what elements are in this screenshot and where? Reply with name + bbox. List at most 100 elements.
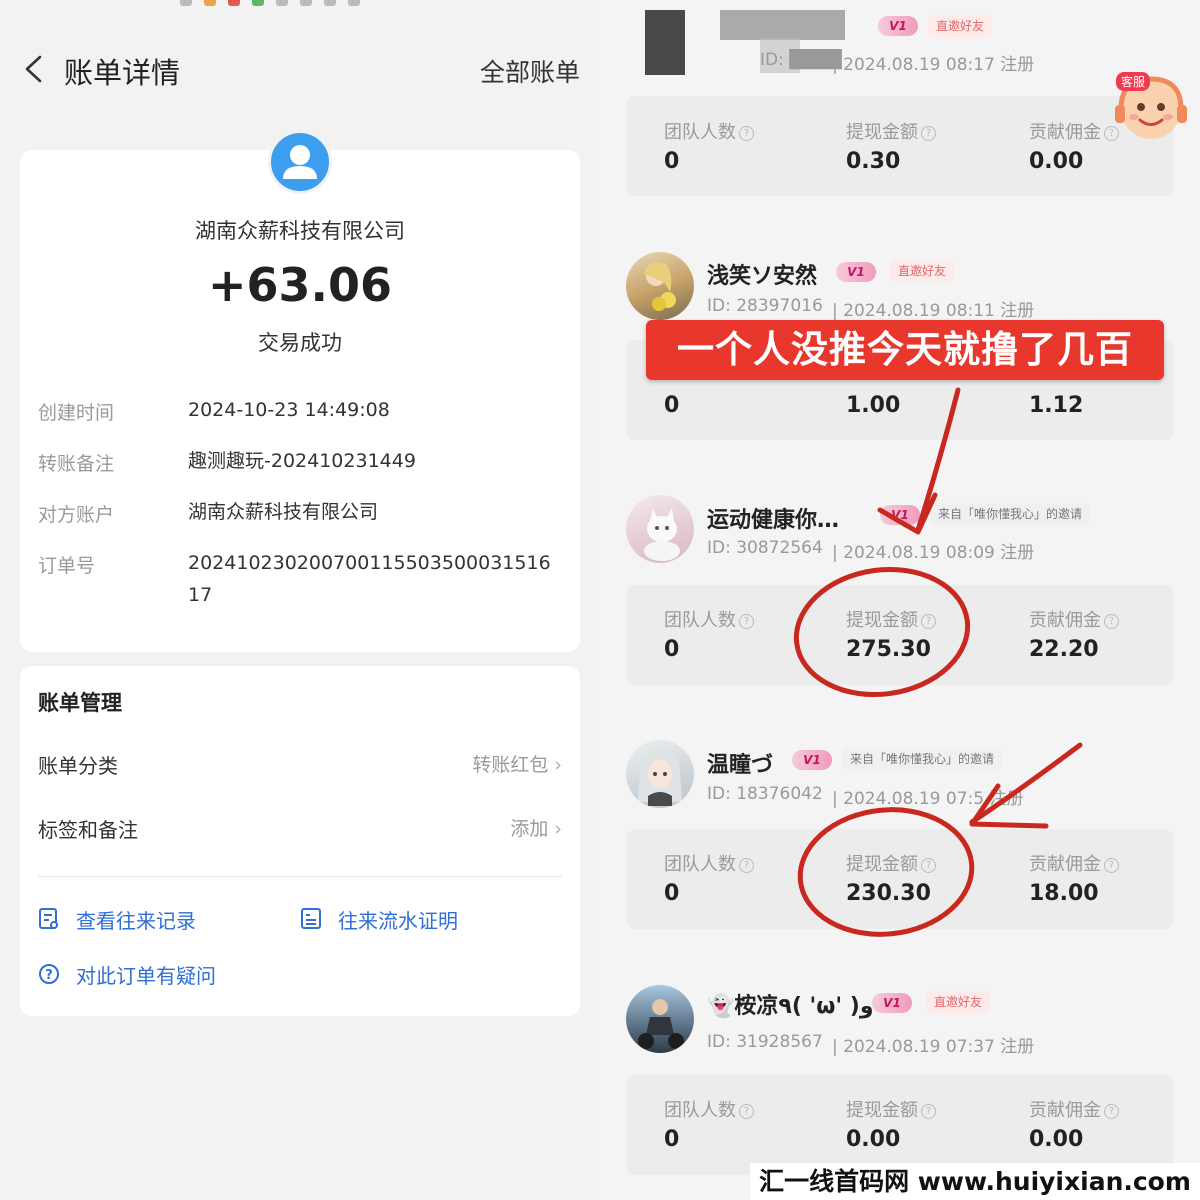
username: 👻桉凉٩( 'ω' )و bbox=[707, 994, 874, 1019]
category-value[interactable]: 转账红包 › bbox=[472, 750, 562, 777]
help-icon[interactable]: ? bbox=[921, 858, 936, 873]
username: 运动健康你… bbox=[707, 508, 840, 533]
stat-withdraw-header: 提现金额? bbox=[846, 1096, 936, 1122]
avatar[interactable] bbox=[626, 740, 694, 808]
source-tag: 来自「唯你懂我心」的邀请 bbox=[842, 748, 1003, 770]
register-date: 2024.08.19 07:37 bbox=[843, 1037, 995, 1057]
source-tag: 直邀好友 bbox=[928, 15, 993, 37]
stat-team-value: 0 bbox=[664, 881, 680, 906]
tags-value-text: 添加 bbox=[510, 818, 549, 840]
help-icon[interactable]: ? bbox=[1104, 858, 1119, 873]
help-icon[interactable]: ? bbox=[739, 126, 754, 141]
user-icon bbox=[268, 130, 332, 194]
detail-label-memo: 转账备注 bbox=[38, 453, 115, 475]
page-title: 账单详情 bbox=[64, 56, 181, 90]
stat-header-text: 团队人数 bbox=[664, 854, 736, 875]
stat-withdraw-header: 提现金额? bbox=[846, 606, 936, 632]
help-icon[interactable]: ? bbox=[1104, 614, 1119, 629]
stat-withdraw-header: 提现金额? bbox=[846, 118, 936, 144]
user-id: ID: 28397016 bbox=[707, 296, 823, 316]
stat-commission-value: 18.00 bbox=[1029, 881, 1099, 906]
view-history-link[interactable]: 查看往来记录 bbox=[76, 905, 196, 934]
stat-withdraw-value: 230.30 bbox=[846, 881, 931, 906]
chevron-right-icon: › bbox=[554, 754, 562, 776]
stat-team-value: 0 bbox=[664, 1127, 680, 1152]
register-date: 2024.08.19 07:5 bbox=[843, 789, 985, 809]
nav-bar: 账单详情 全部账单 bbox=[0, 40, 600, 96]
level-badge: V1 bbox=[836, 262, 876, 282]
stat-header-text: 提现金额 bbox=[846, 854, 918, 875]
help-icon[interactable]: ? bbox=[921, 1104, 936, 1119]
help-icon[interactable]: ? bbox=[739, 614, 754, 629]
help-icon[interactable]: ? bbox=[921, 126, 936, 141]
user-id: ID: ████ bbox=[760, 50, 842, 70]
avatar[interactable] bbox=[626, 252, 694, 320]
register-time: | 2024.08.19 08:17 注册 bbox=[832, 55, 1035, 75]
avatar[interactable] bbox=[626, 495, 694, 563]
register-time: | 2024.08.19 07:37 注册 bbox=[832, 1037, 1035, 1057]
chevron-left-icon[interactable] bbox=[22, 54, 46, 84]
blurred-avatar bbox=[645, 10, 685, 75]
stat-header-text: 贡献佣金 bbox=[1029, 122, 1101, 143]
category-label: 账单分类 bbox=[38, 754, 118, 778]
help-icon[interactable]: ? bbox=[1104, 1104, 1119, 1119]
detail-value-order: 20241023020070011550350003151617 bbox=[188, 552, 551, 606]
record-list-icon bbox=[39, 908, 58, 929]
register-label: 注册 bbox=[1000, 55, 1035, 75]
stat-header-text: 团队人数 bbox=[664, 1100, 736, 1121]
detail-label-counterparty: 对方账户 bbox=[38, 504, 115, 526]
stat-withdraw-value: 0.30 bbox=[846, 149, 901, 174]
avatar[interactable] bbox=[626, 985, 694, 1053]
username: 浅笑ソ安然 bbox=[707, 264, 818, 289]
register-date: 2024.08.19 08:11 bbox=[843, 301, 995, 321]
detail-value-memo: 趣测趣玩-202410231449 bbox=[188, 450, 416, 472]
stat-withdraw-header: 提现金额? bbox=[846, 850, 936, 876]
status-bar bbox=[160, 0, 600, 10]
tags-label: 标签和备注 bbox=[38, 818, 138, 842]
stat-commission-value: 0.00 bbox=[1029, 1127, 1084, 1152]
statement-proof-link[interactable]: 往来流水证明 bbox=[338, 905, 458, 934]
level-badge: V1 bbox=[872, 993, 912, 1013]
level-badge: V1 bbox=[792, 750, 832, 770]
stat-header-text: 团队人数 bbox=[664, 122, 736, 143]
register-time: | 2024.08.19 08:11 注册 bbox=[832, 301, 1035, 321]
stat-team-header: 团队人数? bbox=[664, 1096, 754, 1122]
register-label: 注册 bbox=[1000, 1037, 1035, 1057]
management-title: 账单管理 bbox=[38, 691, 122, 715]
detail-value-counterparty: 湖南众薪科技有限公司 bbox=[188, 501, 379, 523]
stat-withdraw-value: 275.30 bbox=[846, 637, 931, 662]
stat-team-header: 团队人数? bbox=[664, 850, 754, 876]
user-id: ID: 31928567 bbox=[707, 1032, 823, 1052]
annotation-banner: 一个人没推今天就撸了几百 bbox=[646, 320, 1164, 380]
help-icon[interactable]: ? bbox=[739, 858, 754, 873]
username: 温瞳づ bbox=[707, 753, 774, 778]
register-time: | 2024.08.19 07:5 注册 bbox=[832, 789, 1024, 809]
statement-icon bbox=[301, 908, 321, 929]
stat-withdraw-value: 0.00 bbox=[846, 1127, 901, 1152]
register-date: 2024.08.19 08:09 bbox=[843, 543, 995, 563]
stat-box bbox=[626, 96, 1174, 196]
register-date: 2024.08.19 08:17 bbox=[843, 55, 995, 75]
help-icon[interactable]: ? bbox=[921, 614, 936, 629]
stat-header-text: 提现金额 bbox=[846, 1100, 918, 1121]
level-badge: V1 bbox=[878, 16, 918, 36]
all-bills-link[interactable]: 全部账单 bbox=[480, 53, 580, 89]
category-value-text: 转账红包 bbox=[472, 754, 549, 776]
blurred-name bbox=[720, 10, 845, 40]
order-question-link[interactable]: 对此订单有疑问 bbox=[76, 960, 216, 989]
stat-commission-value: 0.00 bbox=[1029, 149, 1084, 174]
stat-commission-header: 贡献佣金? bbox=[1029, 1096, 1119, 1122]
source-tag: 直邀好友 bbox=[890, 260, 955, 282]
stat-team-header: 团队人数? bbox=[664, 606, 754, 632]
user-id: ID: 30872564 bbox=[707, 538, 823, 558]
payee-name: 湖南众薪科技有限公司 bbox=[195, 219, 405, 243]
stat-header-text: 贡献佣金 bbox=[1029, 610, 1101, 631]
stat-box bbox=[626, 585, 1174, 685]
stat-header-text: 团队人数 bbox=[664, 610, 736, 631]
help-icon[interactable]: ? bbox=[739, 1104, 754, 1119]
detail-label-created: 创建时间 bbox=[38, 402, 115, 424]
detail-value-created: 2024-10-23 14:49:08 bbox=[188, 399, 390, 421]
chevron-right-icon: › bbox=[554, 818, 562, 840]
question-icon: ? bbox=[39, 964, 59, 984]
tags-value[interactable]: 添加 › bbox=[510, 814, 562, 841]
